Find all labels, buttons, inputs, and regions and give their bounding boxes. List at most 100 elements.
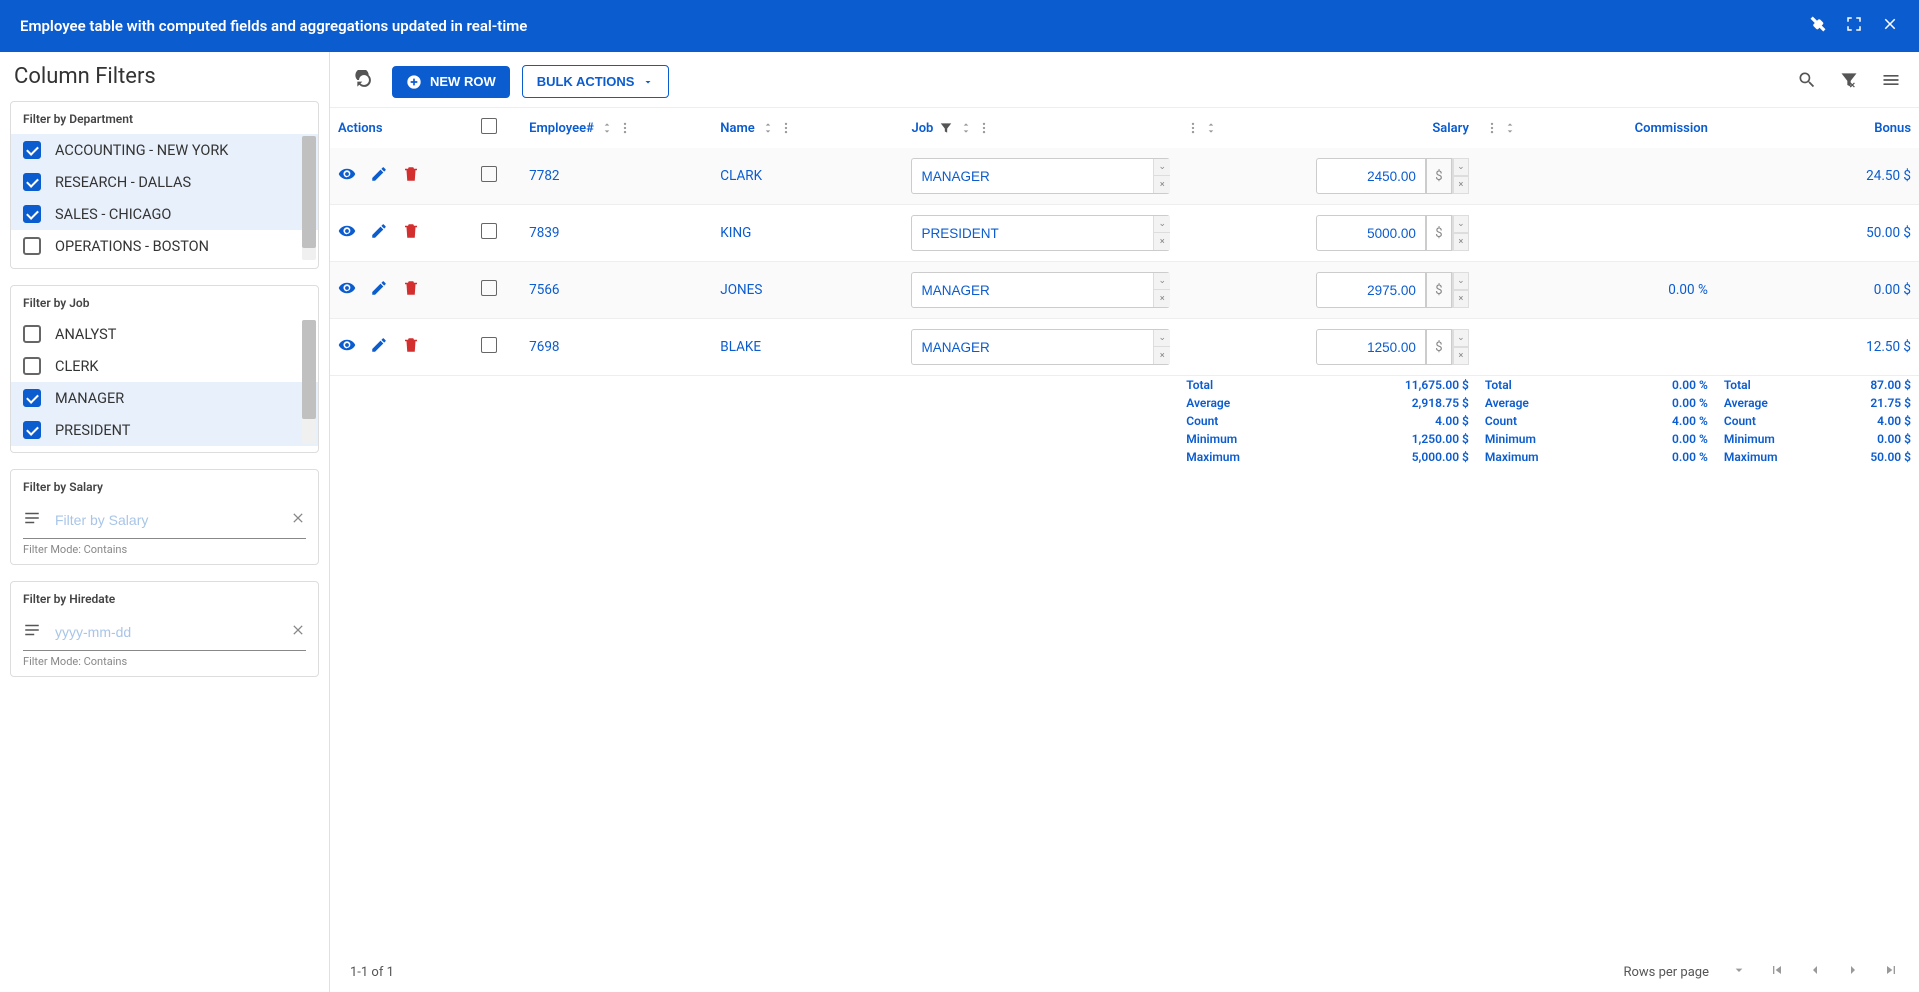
row-checkbox[interactable] — [481, 337, 497, 353]
job-item-clerk[interactable]: CLERK — [11, 350, 318, 382]
salary-input[interactable] — [1316, 158, 1426, 194]
clear-icon[interactable]: × — [1453, 176, 1469, 194]
new-row-button[interactable]: NEW ROW — [392, 66, 510, 98]
view-icon[interactable] — [338, 222, 356, 244]
col-employee[interactable]: Employee# — [529, 121, 594, 136]
fullscreen-icon[interactable] — [1845, 15, 1863, 37]
dropdown-icon[interactable]: ⌄ — [1154, 159, 1170, 176]
job-select[interactable]: ⌄× — [911, 329, 1170, 365]
scrollbar[interactable] — [302, 136, 316, 260]
sort-icon[interactable] — [1503, 121, 1517, 135]
dept-item-accounting[interactable]: ACCOUNTING - NEW YORK — [11, 134, 318, 166]
clear-icon[interactable]: × — [1154, 347, 1170, 364]
job-item-analyst[interactable]: ANALYST — [11, 318, 318, 350]
dept-item-research[interactable]: RESEARCH - DALLAS — [11, 166, 318, 198]
col-job[interactable]: Job — [911, 121, 933, 136]
clear-icon[interactable]: × — [1453, 290, 1469, 308]
clear-icon[interactable] — [290, 622, 306, 642]
employee-id[interactable]: 7782 — [529, 168, 559, 184]
sort-icon[interactable] — [959, 121, 973, 135]
row-checkbox[interactable] — [481, 280, 497, 296]
col-salary[interactable]: Salary — [1432, 121, 1469, 136]
rows-per-page-dropdown[interactable] — [1731, 962, 1747, 982]
filter-settings-icon[interactable] — [23, 509, 41, 531]
clear-icon[interactable] — [290, 510, 306, 530]
menu-icon[interactable] — [1881, 70, 1901, 94]
filter-active-icon[interactable] — [939, 121, 953, 135]
dropdown-icon[interactable]: ⌄ — [1154, 216, 1170, 233]
employee-id[interactable]: 7698 — [529, 339, 559, 355]
job-select[interactable]: ⌄× — [911, 158, 1170, 194]
first-page-icon[interactable] — [1769, 962, 1785, 982]
job-input[interactable] — [911, 226, 1153, 241]
col-menu-icon[interactable] — [779, 121, 793, 135]
job-input[interactable] — [911, 283, 1153, 298]
bulk-actions-button[interactable]: BULK ACTIONS — [522, 65, 670, 98]
clear-icon[interactable]: × — [1154, 176, 1170, 193]
close-icon[interactable] — [1881, 15, 1899, 37]
employee-name[interactable]: BLAKE — [720, 339, 761, 355]
next-page-icon[interactable] — [1845, 962, 1861, 982]
salary-input[interactable] — [1316, 272, 1426, 308]
delete-icon[interactable] — [402, 222, 420, 244]
col-name[interactable]: Name — [720, 121, 754, 136]
salary-input[interactable] — [1316, 329, 1426, 365]
job-select[interactable]: ⌄× — [911, 215, 1170, 251]
dropdown-icon[interactable]: ⌄ — [1453, 215, 1469, 233]
dept-item-sales[interactable]: SALES - CHICAGO — [11, 198, 318, 230]
salary-filter-input[interactable] — [55, 506, 290, 534]
col-menu-icon[interactable] — [618, 121, 632, 135]
clear-icon[interactable]: × — [1453, 233, 1469, 251]
employee-id[interactable]: 7566 — [529, 282, 559, 298]
last-page-icon[interactable] — [1883, 962, 1899, 982]
job-input[interactable] — [911, 340, 1153, 355]
view-icon[interactable] — [338, 336, 356, 358]
scrollbar[interactable] — [302, 320, 316, 444]
col-menu-icon[interactable] — [1485, 121, 1499, 135]
dropdown-icon[interactable]: ⌄ — [1453, 272, 1469, 290]
col-menu-icon[interactable] — [1186, 121, 1200, 135]
row-checkbox[interactable] — [481, 166, 497, 182]
search-icon[interactable] — [1797, 70, 1817, 94]
edit-icon[interactable] — [370, 336, 388, 358]
refresh-button[interactable] — [348, 64, 380, 99]
employee-id[interactable]: 7839 — [529, 225, 559, 241]
employee-name[interactable]: JONES — [720, 282, 762, 298]
salary-input[interactable] — [1316, 215, 1426, 251]
job-input[interactable] — [911, 169, 1153, 184]
col-bonus[interactable]: Bonus — [1874, 121, 1911, 136]
clear-icon[interactable]: × — [1154, 290, 1170, 307]
sort-icon[interactable] — [761, 121, 775, 135]
job-select[interactable]: ⌄× — [911, 272, 1170, 308]
edit-icon[interactable] — [370, 279, 388, 301]
col-menu-icon[interactable] — [977, 121, 991, 135]
hiredate-filter-input[interactable] — [55, 618, 290, 646]
dropdown-icon[interactable]: ⌄ — [1453, 329, 1469, 347]
select-all-checkbox[interactable] — [481, 118, 497, 134]
view-icon[interactable] — [338, 279, 356, 301]
col-commission[interactable]: Commission — [1635, 121, 1708, 136]
clear-icon[interactable]: × — [1453, 347, 1469, 365]
sort-icon[interactable] — [600, 121, 614, 135]
delete-icon[interactable] — [402, 336, 420, 358]
dropdown-icon[interactable]: ⌄ — [1154, 273, 1170, 290]
filter-settings-icon[interactable] — [23, 621, 41, 643]
job-item-manager[interactable]: MANAGER — [11, 382, 318, 414]
sort-icon[interactable] — [1204, 121, 1218, 135]
tools-icon[interactable] — [1809, 15, 1827, 37]
edit-icon[interactable] — [370, 165, 388, 187]
employee-name[interactable]: KING — [720, 225, 751, 241]
clear-icon[interactable]: × — [1154, 233, 1170, 250]
dept-item-operations[interactable]: OPERATIONS - BOSTON — [11, 230, 318, 262]
view-icon[interactable] — [338, 165, 356, 187]
prev-page-icon[interactable] — [1807, 962, 1823, 982]
employee-name[interactable]: CLARK — [720, 168, 762, 184]
edit-icon[interactable] — [370, 222, 388, 244]
delete-icon[interactable] — [402, 279, 420, 301]
row-checkbox[interactable] — [481, 223, 497, 239]
delete-icon[interactable] — [402, 165, 420, 187]
filter-off-icon[interactable] — [1839, 70, 1859, 94]
dropdown-icon[interactable]: ⌄ — [1453, 158, 1469, 176]
dropdown-icon[interactable]: ⌄ — [1154, 330, 1170, 347]
job-item-president[interactable]: PRESIDENT — [11, 414, 318, 446]
